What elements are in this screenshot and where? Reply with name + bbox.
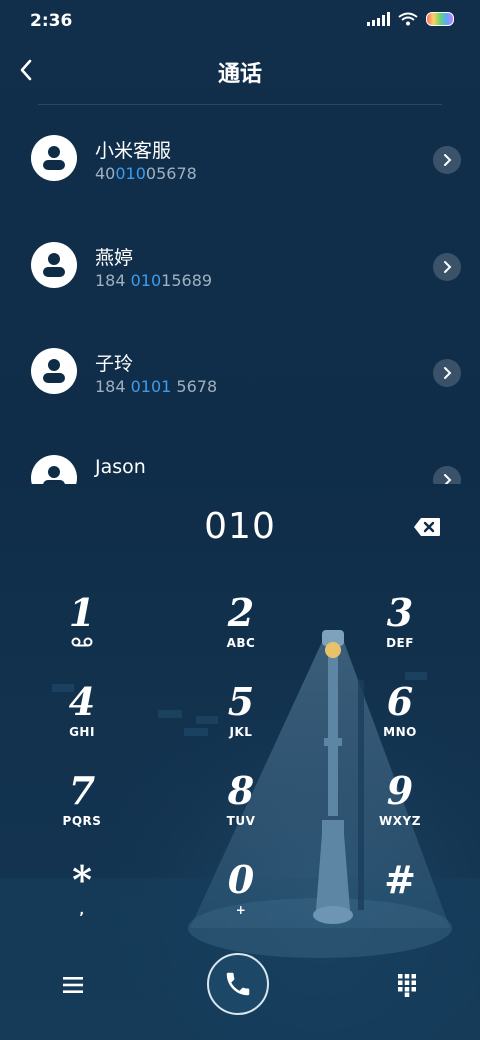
avatar [31,242,77,288]
key-7[interactable]: 7 PQRS [17,768,147,848]
key-letters: JKL [229,725,253,739]
menu-button[interactable] [58,970,88,1000]
number-match: 010 [115,164,146,183]
header: 通话 [0,44,480,100]
key-9[interactable]: 9 WXYZ [335,768,465,848]
chevron-right-icon [444,154,452,166]
chevron-right-icon [444,474,452,484]
page-title: 通话 [217,62,262,87]
dialed-number: 010 [204,506,276,547]
bottom-bar [0,950,480,1020]
key-3[interactable]: 3 DEF [335,590,465,670]
contact-name: 燕婷 [95,247,134,269]
contact-number: 4001005678 [95,164,197,183]
key-star[interactable]: * , [17,857,147,937]
key-letters: ABC [226,636,256,650]
key-1[interactable]: 1 [17,590,147,670]
avatar [31,348,77,394]
key-digit: 9 [386,768,414,813]
status-time: 2:36 [30,11,73,31]
key-digit: 3 [386,590,414,635]
contact-detail-button[interactable] [433,466,461,484]
key-letters: WXYZ [379,814,421,828]
contact-detail-button[interactable] [433,146,461,174]
contact-detail-button[interactable] [433,359,461,387]
key-digit: 6 [386,679,414,724]
contact-number: 184 0101 5678 [95,377,218,396]
key-digit: # [384,857,416,902]
key-digit: 5 [227,679,255,724]
contact-number: 184 01015689 [95,271,213,290]
key-digit: 7 [68,768,96,813]
call-button[interactable] [207,953,269,1015]
key-digit: 1 [68,590,96,635]
key-6[interactable]: 6 MNO [335,679,465,759]
contact-row[interactable]: 小米客服 4001005678 [0,106,480,212]
key-5[interactable]: 5 JKL [176,679,306,759]
contact-name: Jason [95,456,146,478]
key-letters: , [79,903,85,917]
status-bar: 2:36 [0,0,480,40]
contact-name: 小米客服 [95,140,172,162]
backspace-button[interactable] [412,516,442,538]
dial-display: 010 [0,504,480,554]
key-letters: TUV [226,814,256,828]
key-digit: 2 [227,590,255,635]
key-letters: MNO [383,725,417,739]
key-letters: PQRS [62,814,102,828]
key-letters: + [235,903,247,917]
key-2[interactable]: 2 ABC [176,590,306,670]
avatar [31,135,77,181]
header-divider [38,104,442,105]
dialpad-icon [398,974,416,997]
keypad: 1 2 ABC 3 DEF 4 GHI 5 JKL 6 MNO 7 PQRS 8… [0,580,480,940]
signal-icon [367,12,390,26]
key-digit: 8 [227,768,255,813]
chevron-right-icon [444,367,452,379]
phone-icon [226,972,250,996]
contact-row[interactable]: Jason [0,426,480,484]
wifi-icon [398,12,418,26]
menu-icon [63,977,83,993]
key-digit: 4 [68,679,96,724]
voicemail-icon [71,637,93,647]
key-letters: DEF [386,636,414,650]
key-digit: 0 [227,857,255,902]
key-digit: * [72,857,92,902]
number-match: 010 [130,271,162,290]
contact-detail-button[interactable] [433,253,461,281]
battery-icon [426,12,454,26]
avatar [31,455,77,484]
contact-name: 子玲 [95,353,134,375]
contact-row[interactable]: 燕婷 184 01015689 [0,213,480,319]
status-icons [367,12,454,26]
backspace-icon [414,518,440,536]
contact-row[interactable]: 子玲 184 0101 5678 [0,319,480,425]
number-match: 0101 [130,377,172,396]
key-letters: GHI [69,725,95,739]
key-4[interactable]: 4 GHI [17,679,147,759]
chevron-right-icon [444,261,452,273]
dialpad-toggle-button[interactable] [392,970,422,1000]
key-hash[interactable]: # [335,857,465,937]
key-0[interactable]: 0 + [176,857,306,937]
key-8[interactable]: 8 TUV [176,768,306,848]
contact-list[interactable]: 小米客服 4001005678 燕婷 184 01015689 子玲 184 0… [0,106,480,484]
dialer-screen: 2:36 通话 小米客服 4001005678 燕婷 184 01015689 … [0,0,480,1040]
